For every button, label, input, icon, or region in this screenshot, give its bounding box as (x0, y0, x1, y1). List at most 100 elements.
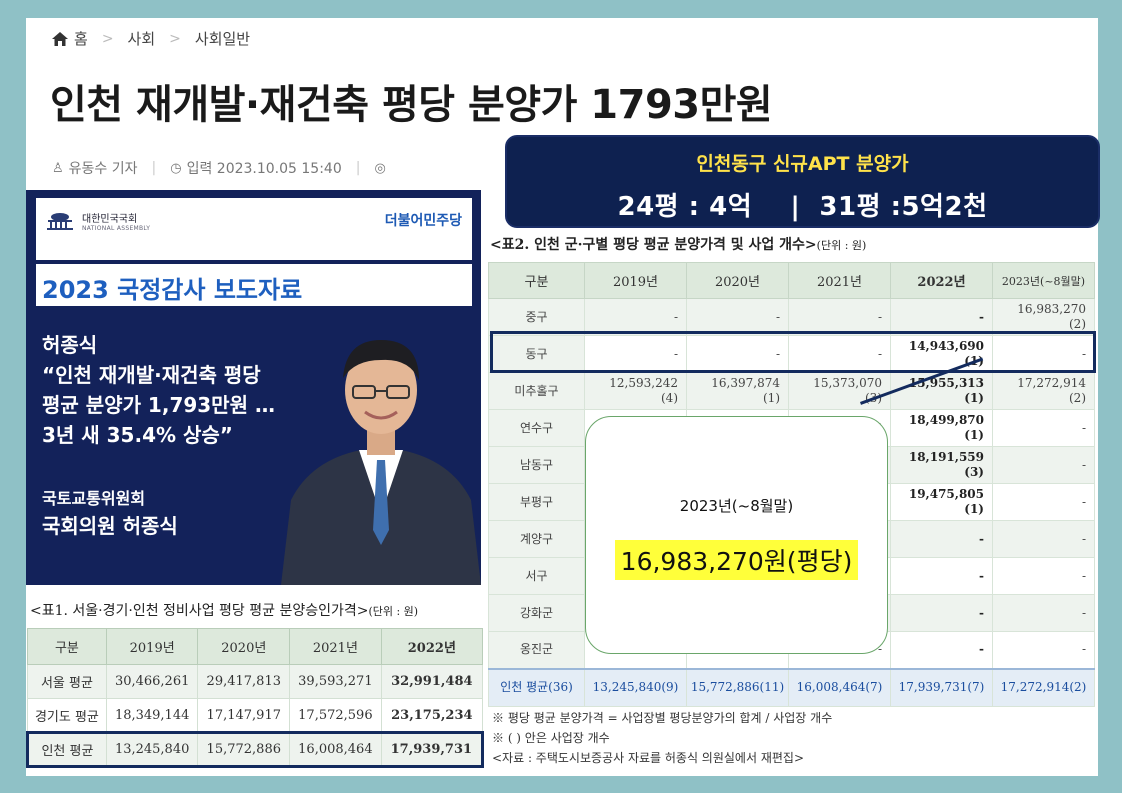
table-cell: 17,272,914 (2) (992, 372, 1095, 410)
table-cell: 서울 평균 (27, 664, 107, 699)
bubble-period: 2023년(~8월말) (679, 497, 794, 515)
table1-caption-text: <표1. 서울·경기·인천 정비사업 평당 평균 분양승인가격> (30, 603, 369, 619)
table-cell: 인천 평균(36) (488, 667, 585, 707)
table-cell: 16,008,464(7) (788, 667, 891, 707)
table-header: 구분 (27, 628, 107, 665)
quote-line: 평균 분양가 1,793만원 … (42, 393, 275, 417)
home-icon[interactable] (52, 31, 68, 46)
table-cell: - (890, 594, 993, 632)
assembly-name-en: NATIONAL ASSEMBLY (82, 225, 151, 232)
table-header: 구분 (488, 262, 585, 299)
table-cell: 17,572,596 (289, 698, 382, 733)
table-cell: - (584, 298, 687, 336)
assembly-building-icon (47, 213, 73, 230)
chevron-right-icon: > (101, 30, 114, 47)
table1-unit: (단위 : 원) (368, 605, 419, 618)
table2-unit: (단위 : 원) (816, 239, 867, 252)
note-line: <자료 : 주택도시보증공사 자료를 허종식 의원실에서 재편집> (492, 751, 805, 765)
table-header: 2019년 (584, 262, 687, 299)
district-cell: 강화군 (488, 594, 585, 632)
district-cell: 남동구 (488, 446, 585, 484)
table-cell: 15,772,886(11) (686, 667, 789, 707)
table-cell: - (890, 557, 993, 595)
table-header: 2023년(~8월말) (992, 262, 1095, 299)
table-cell: - (992, 520, 1095, 558)
committee-name: 국토교통위원회 (42, 489, 146, 508)
press-quote: 허종식 “인천 재개발·재건축 평당 평균 분양가 1,793만원 … 3년 새… (42, 330, 275, 450)
table-cell: - (890, 298, 993, 336)
table-cell: - (992, 483, 1095, 521)
district-cell: 미추홀구 (488, 372, 585, 410)
table-total-row: 인천 평균(36) 13,245,840(9) 15,772,886(11) 16,0… (488, 667, 1095, 707)
table-cell: 23,175,234 (380, 698, 484, 733)
district-cell: 부평구 (488, 483, 585, 521)
chevron-right-icon: > (169, 30, 181, 47)
divider: | (151, 160, 157, 176)
table-cell: 39,593,271 (289, 664, 382, 699)
table-cell: 18,191,559 (3) (890, 446, 993, 484)
breadcrumb-home[interactable]: 홈 (74, 28, 88, 49)
bubble-price: 16,983,270원(평당) (614, 540, 859, 580)
table-cell: 13,245,840(9) (584, 667, 687, 707)
party-logo: 더불어민주당 (384, 213, 462, 229)
table1-regional-prices: 구분 2019년 2020년 2021년 2022년 서울 평균 30,466,… (26, 628, 485, 768)
breadcrumb: 홈 > 사회 > 사회일반 (52, 28, 250, 49)
table-row: 서울 평균 30,466,261 29,417,813 39,593,271 3… (27, 664, 484, 699)
table-cell: - (992, 446, 1095, 484)
price-highlight-bubble: 2023년(~8월말) 16,983,270원(평당) (585, 416, 888, 654)
check-circle-icon: ◎ (374, 160, 386, 176)
table-cell: 16,008,464 (289, 731, 382, 768)
person-icon: ♙ (52, 160, 64, 176)
table-cell: - (686, 298, 789, 336)
article-meta: ♙ 유동수 기자 | ◷ 입력 2023.10.05 15:40 | ◎ (52, 158, 391, 178)
table-cell: - (992, 594, 1095, 632)
table-cell: - (890, 520, 993, 558)
table1-caption: <표1. 서울·경기·인천 정비사업 평당 평균 분양승인가격>(단위 : 원) (30, 600, 418, 620)
dong-gu-highlight-box (490, 331, 1096, 373)
district-cell: 연수구 (488, 409, 585, 447)
divider: | (355, 160, 361, 176)
breadcrumb-item-society[interactable]: 사회 (128, 28, 156, 49)
table-cell: 17,939,731(7) (890, 667, 993, 707)
table-cell: 18,499,870 (1) (890, 409, 993, 447)
table-header: 2022년 (380, 628, 484, 665)
press-release-card: 대한민국국회 NATIONAL ASSEMBLY 더불어민주당 2023 국정감… (26, 190, 481, 585)
table-row: 미추홀구 12,593,242 (4) 16,397,874 (1) 15,373,0… (488, 372, 1095, 410)
note-line: ※ 평당 평균 분양가격 = 사업장별 평당분양가의 합계 / 사업장 개수 (492, 711, 833, 725)
author-name[interactable]: 유동수 기자 (69, 158, 138, 178)
quote-line: “인천 재개발·재건축 평당 (42, 363, 261, 387)
table-cell: 15,772,886 (197, 731, 291, 768)
table-cell: 18,349,144 (105, 698, 199, 733)
table-cell: - (992, 409, 1095, 447)
table-cell: 30,466,261 (105, 664, 199, 699)
table-row-highlighted: 인천 평균 13,245,840 15,772,886 16,008,464 1… (26, 731, 485, 768)
publish-date: 입력 2023.10.05 15:40 (186, 161, 342, 177)
district-cell: 옹진군 (488, 631, 585, 669)
table-cell: 17,272,914(2) (992, 667, 1095, 707)
quote-line: 허종식 (42, 333, 98, 357)
table-row: 중구 - - - -16,983,270 (2) (488, 298, 1095, 336)
table-cell: 32,991,484 (380, 664, 484, 699)
clock-icon: ◷ (170, 160, 182, 176)
table-cell: 19,475,805 (1) (890, 483, 993, 521)
assembly-logo: 대한민국국회 NATIONAL ASSEMBLY (44, 210, 150, 232)
member-name: 국회의원 허종식 (42, 514, 178, 538)
table-cell: - (788, 298, 891, 336)
table-header-row: 구분 2019년 2020년 2021년 2022년 (27, 628, 484, 665)
table-cell: 경기도 평균 (27, 698, 107, 733)
table-cell: 13,245,840 (105, 731, 199, 768)
table2-caption-text: <표2. 인천 군·구별 평당 평균 분양가격 및 사업 개수> (490, 237, 817, 253)
table-cell: - (890, 631, 993, 669)
table-cell: - (992, 631, 1095, 669)
price-callout: 인천동구 신규APT 분양가 24평 : 4억 | 31평 :5억2천 (505, 135, 1100, 228)
district-cell: 중구 (488, 298, 585, 336)
breadcrumb-item-society-general[interactable]: 사회일반 (195, 28, 250, 49)
table-header: 2020년 (197, 628, 291, 665)
note-line: ※ ( ) 안은 사업장 개수 (492, 731, 610, 745)
table2-caption: <표2. 인천 군·구별 평당 평균 분양가격 및 사업 개수>(단위 : 원) (490, 234, 866, 254)
table-cell: - (992, 557, 1095, 595)
table-cell: 인천 평균 (26, 731, 107, 768)
page-title: 인천 재개발·재건축 평당 분양가 1793만원 (50, 82, 773, 128)
table-header: 2020년 (686, 262, 789, 299)
table-cell: 17,939,731 (380, 731, 485, 768)
